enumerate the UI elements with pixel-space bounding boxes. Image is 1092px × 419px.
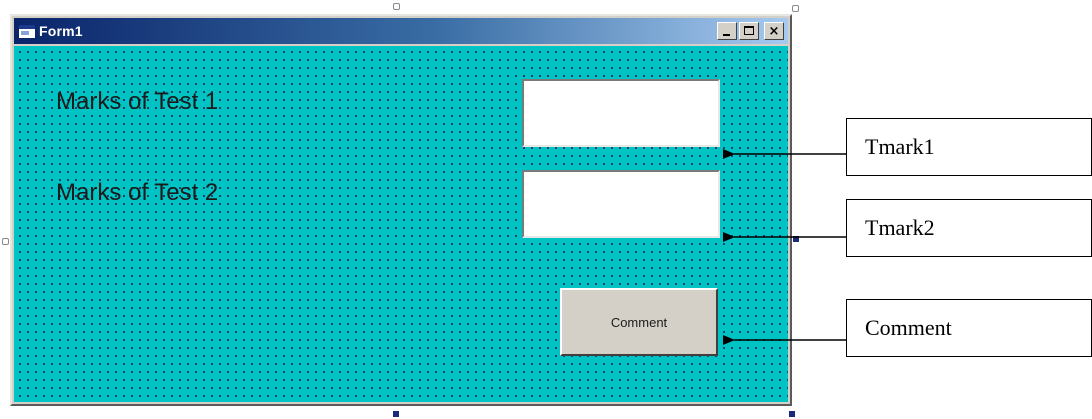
tmark1-textbox[interactable] — [522, 79, 720, 147]
form-client-area: Marks of Test 1 Marks of Test 2 Comment — [14, 46, 788, 402]
callout-tmark2: Tmark2 — [846, 199, 1092, 257]
comment-button[interactable]: Comment — [560, 288, 718, 356]
resize-handle-bottom-center[interactable] — [393, 411, 399, 417]
label-test2: Marks of Test 2 — [56, 179, 219, 206]
label-test1: Marks of Test 1 — [56, 88, 219, 115]
close-button[interactable]: × — [764, 22, 784, 40]
tmark2-textbox[interactable] — [522, 170, 720, 238]
window-title: Form1 — [39, 23, 83, 39]
resize-handle-middle-left[interactable] — [2, 238, 9, 245]
maximize-button[interactable] — [739, 22, 759, 40]
window-controls: × — [717, 22, 784, 40]
callout-tmark1: Tmark1 — [846, 118, 1092, 176]
minimize-button[interactable] — [717, 22, 737, 40]
maximize-icon — [744, 26, 754, 35]
title-bar[interactable]: Form1 × — [14, 18, 788, 44]
resize-handle-top-center[interactable] — [393, 3, 400, 10]
form-window: Form1 × Marks of Test 1 Marks of Test 2 … — [10, 14, 792, 406]
close-icon: × — [768, 23, 780, 39]
resize-handle-middle-right[interactable] — [793, 236, 799, 242]
resize-handle-top-right[interactable] — [792, 5, 799, 12]
resize-handle-bottom-right[interactable] — [789, 411, 795, 417]
callout-comment: Comment — [846, 299, 1092, 357]
minimize-icon — [723, 34, 730, 36]
form-icon — [19, 24, 35, 38]
